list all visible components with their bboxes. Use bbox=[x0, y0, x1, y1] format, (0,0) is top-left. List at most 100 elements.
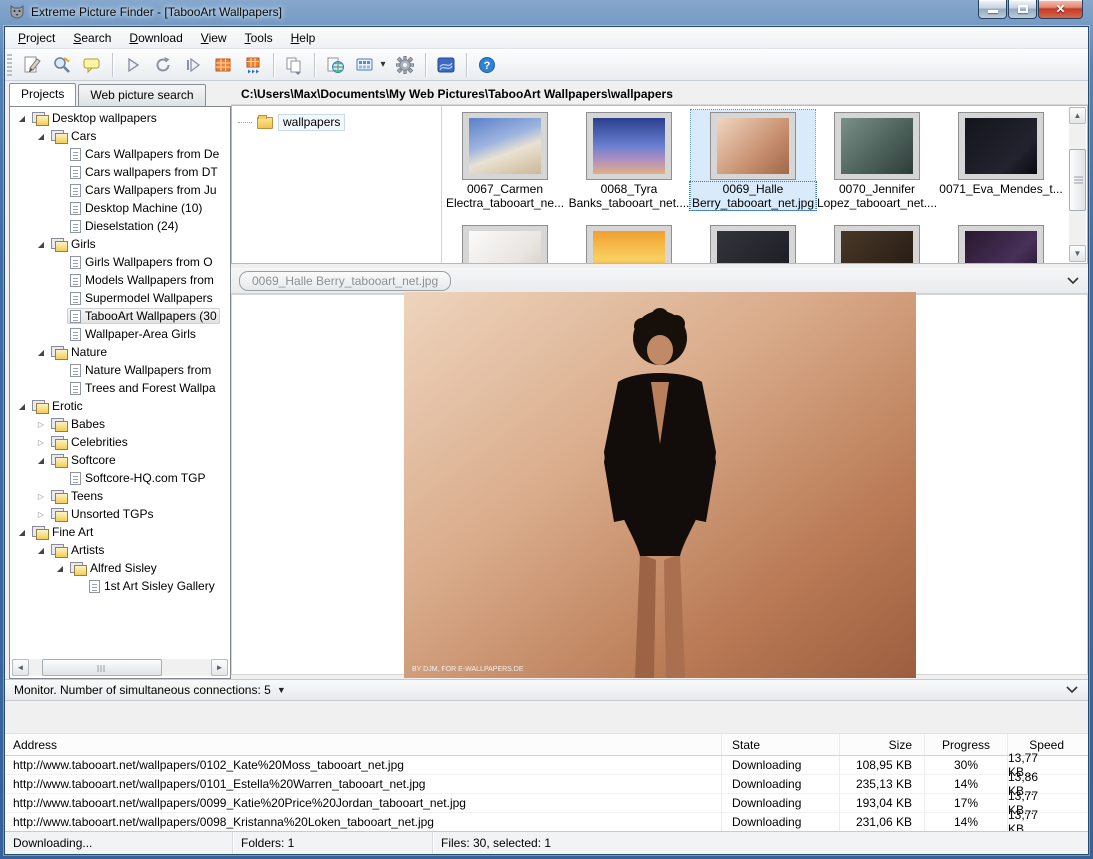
column-header-state[interactable]: State bbox=[722, 734, 840, 755]
tree-item[interactable]: TabooArt Wallpapers (30 bbox=[10, 307, 228, 325]
close-button[interactable]: ✕ bbox=[1038, 0, 1083, 19]
restore-button[interactable] bbox=[1008, 0, 1037, 19]
restart-download-button[interactable] bbox=[149, 52, 177, 78]
thumbnail[interactable] bbox=[443, 223, 567, 263]
tree-item[interactable]: ◢Fine Art bbox=[10, 523, 228, 541]
column-header-size[interactable]: Size bbox=[840, 734, 925, 755]
download-row[interactable]: http://www.tabooart.net/wallpapers/0098_… bbox=[5, 813, 1088, 832]
expander-collapsed-icon[interactable]: ▷ bbox=[34, 438, 48, 447]
thumbnail[interactable] bbox=[939, 223, 1063, 263]
menu-item-view[interactable]: View bbox=[192, 29, 236, 47]
chevron-down-icon[interactable] bbox=[1066, 276, 1080, 286]
tree-item[interactable]: ◢Girls bbox=[10, 235, 228, 253]
preview-tab[interactable]: 0069_Halle Berry_tabooart_net.jpg bbox=[239, 271, 451, 291]
expander-expanded-icon[interactable]: ◢ bbox=[53, 564, 67, 573]
download-row[interactable]: http://www.tabooart.net/wallpapers/0101_… bbox=[5, 775, 1088, 794]
tree-item[interactable]: Dieselstation (24) bbox=[10, 217, 228, 235]
tree-item[interactable]: ▷Celebrities bbox=[10, 433, 228, 451]
help-button[interactable]: ? bbox=[473, 52, 501, 78]
scroll-right-icon[interactable]: ► bbox=[211, 659, 228, 676]
tree-item[interactable]: Cars wallpapers from DT bbox=[10, 163, 228, 181]
scroll-up-icon[interactable]: ▲ bbox=[1069, 107, 1086, 124]
tree-item[interactable]: ▷Unsorted TGPs bbox=[10, 505, 228, 523]
thumbnail[interactable]: 0071_Eva_Mendes_t... bbox=[939, 110, 1063, 210]
scrollbar-track[interactable] bbox=[29, 659, 211, 676]
thumbnail[interactable] bbox=[691, 223, 815, 263]
chevron-down-icon[interactable] bbox=[1065, 685, 1079, 695]
expander-collapsed-icon[interactable]: ▷ bbox=[34, 420, 48, 429]
tree-item[interactable]: Nature Wallpapers from bbox=[10, 361, 228, 379]
expander-expanded-icon[interactable]: ◢ bbox=[34, 240, 48, 249]
download-row[interactable]: http://www.tabooart.net/wallpapers/0099_… bbox=[5, 794, 1088, 813]
tree-item[interactable]: Cars Wallpapers from Ju bbox=[10, 181, 228, 199]
tab-web-picture-search[interactable]: Web picture search bbox=[78, 84, 205, 106]
folder-item-wallpapers[interactable]: wallpapers bbox=[238, 114, 441, 131]
menu-item-download[interactable]: Download bbox=[120, 29, 191, 47]
tree-item[interactable]: Cars Wallpapers from De bbox=[10, 145, 228, 163]
tree-item[interactable]: Models Wallpapers from bbox=[10, 271, 228, 289]
tree-item[interactable]: Trees and Forest Wallpa bbox=[10, 379, 228, 397]
export-button[interactable] bbox=[280, 52, 308, 78]
tree-item[interactable]: ◢Alfred Sisley bbox=[10, 559, 228, 577]
tree-item[interactable]: ▷Babes bbox=[10, 415, 228, 433]
expander-expanded-icon[interactable]: ◢ bbox=[34, 546, 48, 555]
tree-item[interactable]: Desktop Machine (10) bbox=[10, 199, 228, 217]
view-mode-button[interactable] bbox=[351, 52, 379, 78]
tree-item[interactable]: Softcore-HQ.com TGP bbox=[10, 469, 228, 487]
browser-button[interactable] bbox=[321, 52, 349, 78]
expander-expanded-icon[interactable]: ◢ bbox=[15, 114, 29, 123]
connections-dropdown-icon[interactable]: ▼ bbox=[277, 685, 286, 695]
view-mode-dropdown-icon[interactable]: ▾ bbox=[377, 59, 389, 70]
tree-item[interactable]: Wallpaper-Area Girls bbox=[10, 325, 228, 343]
menu-item-help[interactable]: Help bbox=[282, 29, 325, 47]
title-bar[interactable]: Extreme Picture Finder - [TabooArt Wallp… bbox=[0, 0, 1093, 26]
scrollbar-thumb[interactable] bbox=[1069, 149, 1086, 211]
column-header-address[interactable]: Address bbox=[5, 734, 722, 755]
tree-item[interactable]: Girls Wallpapers from O bbox=[10, 253, 228, 271]
tree-item[interactable]: ◢Nature bbox=[10, 343, 228, 361]
thumbnail[interactable]: 0067_CarmenElectra_tabooart_ne... bbox=[443, 110, 567, 210]
thumbnail[interactable]: 0070_JenniferLopez_tabooart_net.... bbox=[815, 110, 939, 210]
tree-item[interactable]: ▷Teens bbox=[10, 487, 228, 505]
expander-collapsed-icon[interactable]: ▷ bbox=[34, 492, 48, 501]
menu-item-search[interactable]: Search bbox=[64, 29, 120, 47]
toolbar-grip[interactable] bbox=[7, 54, 12, 76]
expander-expanded-icon[interactable]: ◢ bbox=[34, 132, 48, 141]
menu-item-project[interactable]: Project bbox=[9, 29, 64, 47]
tree-item[interactable]: ◢Artists bbox=[10, 541, 228, 559]
scroll-down-icon[interactable]: ▼ bbox=[1069, 245, 1086, 262]
start-download-button[interactable] bbox=[119, 52, 147, 78]
tab-projects[interactable]: Projects bbox=[9, 83, 76, 107]
expander-collapsed-icon[interactable]: ▷ bbox=[34, 510, 48, 519]
expander-expanded-icon[interactable]: ◢ bbox=[34, 456, 48, 465]
thumbnail[interactable]: 0068_TyraBanks_tabooart_net.... bbox=[567, 110, 691, 210]
tree-horizontal-scrollbar[interactable]: ◄ ► bbox=[12, 659, 228, 676]
tree-item[interactable]: ◢Desktop wallpapers bbox=[10, 109, 228, 127]
download-row[interactable]: http://www.tabooart.net/wallpapers/0102_… bbox=[5, 756, 1088, 775]
comment-button[interactable] bbox=[78, 52, 106, 78]
column-header-progress[interactable]: Progress bbox=[925, 734, 1008, 755]
tree-item[interactable]: 1st Art Sisley Gallery bbox=[10, 577, 228, 595]
thumbnail[interactable] bbox=[815, 223, 939, 263]
thumbnail[interactable]: 0069_HalleBerry_tabooart_net.jpg bbox=[691, 110, 815, 210]
wizard-button[interactable] bbox=[432, 52, 460, 78]
tree-item[interactable]: ◢Cars bbox=[10, 127, 228, 145]
settings-button[interactable] bbox=[391, 52, 419, 78]
downloads-table-header[interactable]: Address State Size Progress Speed bbox=[5, 734, 1088, 756]
tree-item[interactable]: Supermodel Wallpapers bbox=[10, 289, 228, 307]
thumbnails-vertical-scrollbar[interactable]: ▲ ▼ bbox=[1069, 107, 1086, 262]
edit-project-button[interactable] bbox=[18, 52, 46, 78]
tree-item[interactable]: ◢Erotic bbox=[10, 397, 228, 415]
scrollbar-thumb[interactable] bbox=[42, 659, 162, 676]
minimize-button[interactable] bbox=[978, 0, 1007, 19]
queue-table-button[interactable] bbox=[209, 52, 237, 78]
menu-item-tools[interactable]: Tools bbox=[236, 29, 282, 47]
skip-queue-button[interactable] bbox=[239, 52, 267, 78]
scroll-left-icon[interactable]: ◄ bbox=[12, 659, 29, 676]
expander-expanded-icon[interactable]: ◢ bbox=[15, 402, 29, 411]
thumbnail[interactable] bbox=[567, 223, 691, 263]
project-properties-button[interactable] bbox=[48, 52, 76, 78]
resume-download-button[interactable] bbox=[179, 52, 207, 78]
expander-expanded-icon[interactable]: ◢ bbox=[15, 528, 29, 537]
expander-expanded-icon[interactable]: ◢ bbox=[34, 348, 48, 357]
